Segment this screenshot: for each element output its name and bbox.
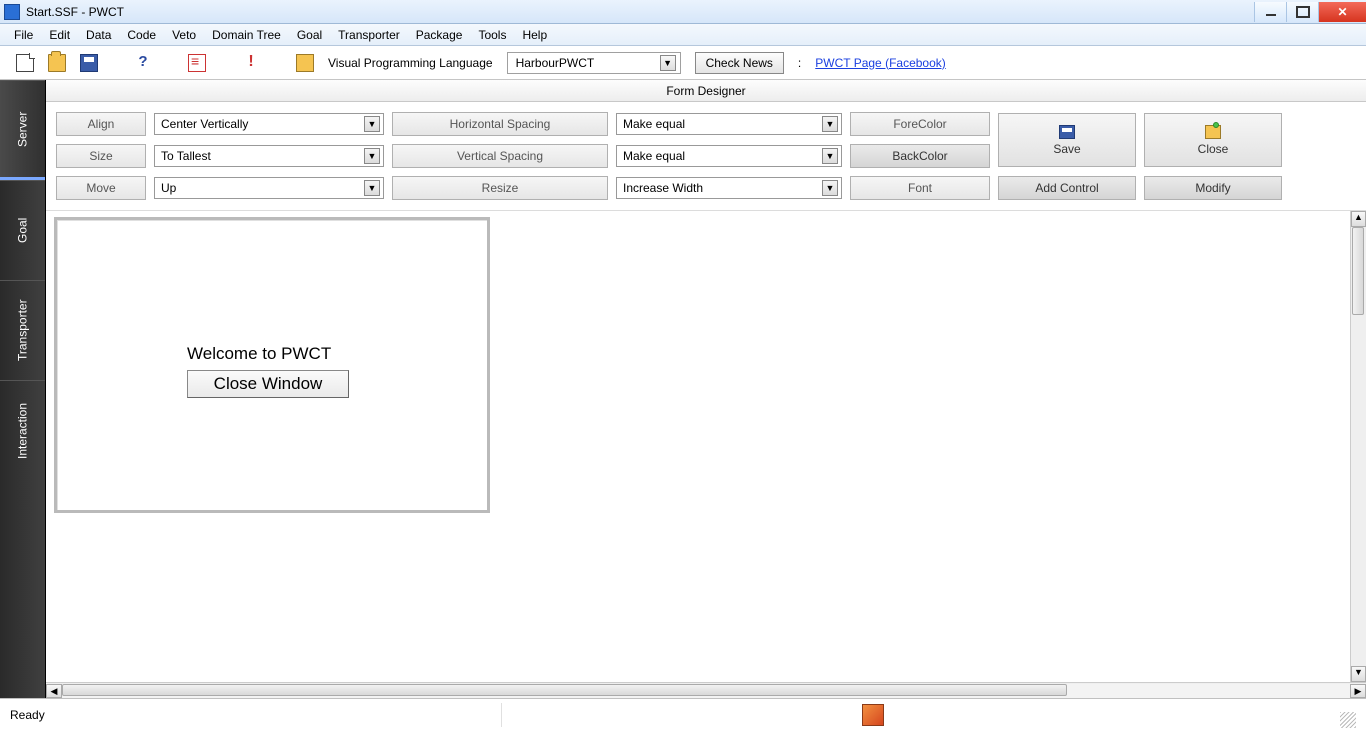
minimize-button[interactable]	[1254, 2, 1286, 22]
align-select-value: Center Vertically	[161, 117, 248, 131]
backcolor-button[interactable]: BackColor	[850, 144, 990, 168]
vpl-combo[interactable]: HarbourPWCT ▼	[507, 52, 681, 74]
chevron-down-icon: ▼	[822, 116, 838, 132]
vspacing-select-value: Make equal	[623, 149, 685, 163]
align-button[interactable]: Align	[56, 112, 146, 136]
menu-code[interactable]: Code	[119, 25, 164, 45]
size-button[interactable]: Size	[56, 144, 146, 168]
toolbar: ? ! Visual Programming Language HarbourP…	[0, 46, 1366, 80]
menu-tools[interactable]: Tools	[470, 25, 514, 45]
scroll-right-icon[interactable]: ▶	[1350, 684, 1366, 698]
menu-goal[interactable]: Goal	[289, 25, 330, 45]
pwct-facebook-link[interactable]: PWCT Page (Facebook)	[815, 56, 946, 70]
modify-button[interactable]: Modify	[1144, 176, 1282, 200]
menu-transporter[interactable]: Transporter	[330, 25, 408, 45]
chevron-down-icon: ▼	[364, 180, 380, 196]
move-button[interactable]: Move	[56, 176, 146, 200]
open-icon[interactable]	[48, 54, 66, 72]
menu-domain-tree[interactable]: Domain Tree	[204, 25, 289, 45]
scroll-down-icon[interactable]: ▼	[1351, 666, 1366, 682]
close-window-button[interactable]: Close Window	[187, 370, 349, 398]
chevron-down-icon: ▼	[364, 148, 380, 164]
save-label: Save	[1053, 142, 1080, 156]
menu-package[interactable]: Package	[408, 25, 471, 45]
status-flag-icon[interactable]	[862, 704, 884, 726]
size-select[interactable]: To Tallest ▼	[154, 145, 384, 167]
align-select[interactable]: Center Vertically ▼	[154, 113, 384, 135]
resize-grip-icon[interactable]	[1340, 712, 1356, 728]
folder-icon[interactable]	[296, 54, 314, 72]
menubar: File Edit Data Code Veto Domain Tree Goa…	[0, 24, 1366, 46]
window-close-button[interactable]	[1318, 2, 1366, 22]
scroll-thumb[interactable]	[1352, 227, 1364, 315]
sidebar-tab-server[interactable]: Server	[0, 80, 45, 180]
vpl-label: Visual Programming Language	[328, 56, 493, 70]
vpl-selected: HarbourPWCT	[516, 56, 595, 70]
scroll-up-icon[interactable]: ▲	[1351, 211, 1366, 227]
resize-select[interactable]: Increase Width ▼	[616, 177, 842, 199]
resize-select-value: Increase Width	[623, 181, 703, 195]
horizontal-scrollbar[interactable]: ◀ ▶	[46, 682, 1366, 698]
menu-edit[interactable]: Edit	[41, 25, 78, 45]
new-icon[interactable]	[16, 54, 34, 72]
hspacing-select[interactable]: Make equal ▼	[616, 113, 842, 135]
menu-file[interactable]: File	[6, 25, 41, 45]
colon: :	[798, 56, 801, 70]
hspacing-select-value: Make equal	[623, 117, 685, 131]
save-button[interactable]: Save	[998, 113, 1136, 167]
move-select[interactable]: Up ▼	[154, 177, 384, 199]
vertical-scrollbar[interactable]: ▲ ▼	[1350, 211, 1366, 682]
chevron-down-icon: ▼	[660, 55, 676, 71]
sidebar-tab-goal[interactable]: Goal	[0, 180, 45, 280]
menu-help[interactable]: Help	[514, 25, 555, 45]
window-title: Start.SSF - PWCT	[26, 5, 124, 19]
alert-icon[interactable]: !	[242, 54, 260, 72]
vspacing-select[interactable]: Make equal ▼	[616, 145, 842, 167]
resize-button[interactable]: Resize	[392, 176, 608, 200]
chevron-down-icon: ▼	[822, 148, 838, 164]
titlebar: Start.SSF - PWCT	[0, 0, 1366, 24]
vspacing-button[interactable]: Vertical Spacing	[392, 144, 608, 168]
designer-toolbox: Align Center Vertically ▼ Horizontal Spa…	[46, 102, 1366, 211]
menu-veto[interactable]: Veto	[164, 25, 204, 45]
panel-title: Form Designer	[46, 80, 1366, 102]
size-select-value: To Tallest	[161, 149, 211, 163]
status-separator	[501, 703, 502, 727]
sidebar-tab-interaction[interactable]: Interaction	[0, 380, 45, 480]
app-icon	[4, 4, 20, 20]
status-ready: Ready	[10, 708, 45, 722]
form-preview[interactable]: Welcome to PWCT Close Window	[54, 217, 490, 513]
welcome-label: Welcome to PWCT	[187, 344, 331, 364]
check-news-button[interactable]: Check News	[695, 52, 784, 74]
list-icon[interactable]	[188, 54, 206, 72]
menu-data[interactable]: Data	[78, 25, 119, 45]
statusbar: Ready	[0, 698, 1366, 730]
scroll-thumb-h[interactable]	[62, 684, 1067, 696]
forecolor-button[interactable]: ForeColor	[850, 112, 990, 136]
close-label: Close	[1198, 142, 1229, 156]
help-icon[interactable]: ?	[134, 54, 152, 72]
move-select-value: Up	[161, 181, 176, 195]
canvas-area[interactable]: Welcome to PWCT Close Window ▲ ▼	[46, 211, 1366, 682]
font-button[interactable]: Font	[850, 176, 990, 200]
chevron-down-icon: ▼	[822, 180, 838, 196]
add-control-button[interactable]: Add Control	[998, 176, 1136, 200]
scroll-left-icon[interactable]: ◀	[46, 684, 62, 698]
save-icon[interactable]	[80, 54, 98, 72]
close-folder-icon	[1205, 125, 1221, 139]
close-button[interactable]: Close	[1144, 113, 1282, 167]
chevron-down-icon: ▼	[364, 116, 380, 132]
save-icon	[1059, 125, 1075, 139]
sidebar: Server Goal Transporter Interaction	[0, 80, 46, 698]
hspacing-button[interactable]: Horizontal Spacing	[392, 112, 608, 136]
maximize-button[interactable]	[1286, 2, 1318, 22]
sidebar-tab-transporter[interactable]: Transporter	[0, 280, 45, 380]
